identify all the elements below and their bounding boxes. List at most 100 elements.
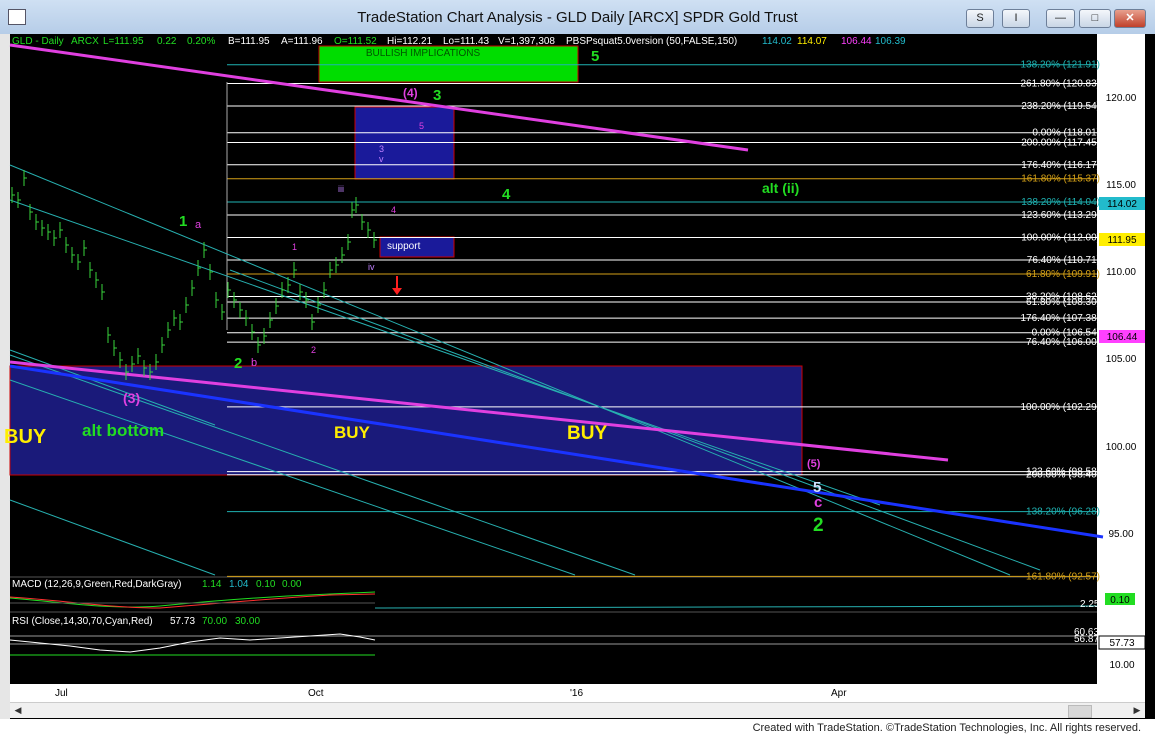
volume-text: V=1,397,308 xyxy=(498,36,555,47)
bid-text: B=111.95 xyxy=(228,36,270,47)
rsi-v2: 70.00 xyxy=(202,616,227,627)
wave-iii-label: iii xyxy=(338,184,344,194)
chart-svg[interactable]: BULLISH IMPLICATIONS support 5 3 (4) 5 3… xyxy=(0,34,1155,719)
fib-label: 138.20% (121.91) xyxy=(1020,60,1100,71)
scroll-left-icon[interactable]: ◀ xyxy=(12,705,24,716)
price-badge-114: 114.02 xyxy=(1099,197,1145,210)
change-text: 0.22 xyxy=(157,36,177,47)
study-v1: 114.02 xyxy=(762,36,792,47)
macd-v2: 1.04 xyxy=(229,579,249,590)
macd-v3: 0.10 xyxy=(256,579,276,590)
svg-text:111.95: 111.95 xyxy=(1107,235,1137,246)
wave-b-label: b xyxy=(251,357,257,369)
price-tick: 110.00 xyxy=(1106,267,1136,278)
macd-right-label: 2.25 xyxy=(1080,599,1100,610)
scroll-thumb[interactable] xyxy=(1068,705,1092,718)
ask-text: A=111.96 xyxy=(281,36,323,47)
fib-label: 200.00% (98.40) xyxy=(1026,470,1100,481)
fib-label: 161.80% (92.57) xyxy=(1026,571,1100,582)
wave2-big-label: 2 xyxy=(813,515,824,536)
maximize-button[interactable]: □ xyxy=(1079,9,1111,28)
wave-c-label: c xyxy=(814,494,822,511)
fib-label: 61.80% (108.30) xyxy=(1026,297,1100,308)
wave1-magenta-label: 1 xyxy=(292,242,297,252)
wave4-green-label: 4 xyxy=(502,186,511,203)
high-text: Hi=112.21 xyxy=(387,36,433,47)
rsi-badge: 57.73 xyxy=(1109,638,1134,649)
scroll-right-icon[interactable]: ▶ xyxy=(1131,705,1143,716)
wave-iv-label: iv xyxy=(368,262,375,272)
i-menu-button[interactable]: I xyxy=(1002,9,1030,28)
left-border xyxy=(0,34,10,719)
fib-label: 61.80% (109.91) xyxy=(1026,269,1100,280)
open-text: O=111.52 xyxy=(334,36,377,47)
price-tick: 95.00 xyxy=(1108,529,1133,540)
wave-a-label: a xyxy=(195,219,202,231)
price-tick: 100.00 xyxy=(1106,442,1137,453)
study-v3: 106.44 xyxy=(841,36,872,47)
rsi-v1: 57.73 xyxy=(170,616,195,627)
fib-label: 176.40% (107.38) xyxy=(1020,313,1100,324)
wave2-green-label: 2 xyxy=(234,355,242,372)
macd-badge: 0.10 xyxy=(1110,595,1130,606)
wave-v-label: v xyxy=(379,154,384,164)
low-text: Lo=111.43 xyxy=(443,36,490,47)
fib-label: 200.00% (117.45) xyxy=(1021,137,1100,148)
wave1-green-label: 1 xyxy=(179,213,187,230)
fib-label: 176.40% (116.17) xyxy=(1021,160,1100,171)
fib-label: 138.20% (114.04) xyxy=(1021,197,1100,208)
s-menu-button[interactable]: S xyxy=(966,9,994,28)
fib-label: 76.40% (106.00) xyxy=(1026,337,1100,348)
symbol-text: GLD - Daily xyxy=(12,36,64,47)
rsi-title: RSI (Close,14,30,70,Cyan,Red) xyxy=(12,616,153,627)
svg-text:114.02: 114.02 xyxy=(1107,199,1137,210)
buy-label-mid: BUY xyxy=(334,423,371,442)
support-label: support xyxy=(387,241,421,252)
wave2-magenta-label: 2 xyxy=(311,345,316,355)
fib-label: 138.20% (96.28) xyxy=(1026,507,1100,518)
wave5-paren-label: (5) xyxy=(807,458,821,470)
study-v4: 106.39 xyxy=(875,36,906,47)
fib-label: 261.80% (120.83) xyxy=(1020,79,1100,90)
title-bar: TradeStation Chart Analysis - GLD Daily … xyxy=(0,0,1155,35)
fib-label: 76.40% (110.71) xyxy=(1027,255,1100,266)
price-tick: 120.00 xyxy=(1106,93,1137,104)
horizontal-scrollbar[interactable]: ◀ ▶ xyxy=(10,702,1145,718)
minimize-button[interactable]: — xyxy=(1046,9,1075,28)
time-label-apr: Apr xyxy=(831,688,847,699)
rsi-v3: 30.00 xyxy=(235,616,260,627)
last-text: L=111.95 xyxy=(103,36,144,47)
macd-title: MACD (12,26,9,Green,Red,DarkGray) xyxy=(12,579,182,590)
price-plot-area[interactable] xyxy=(10,34,1097,577)
wave3-paren-label: (3) xyxy=(123,390,140,406)
rsi-axis-tick: 10.00 xyxy=(1109,660,1134,671)
wave5-magenta-label: 5 xyxy=(419,121,424,131)
close-button[interactable]: ✕ xyxy=(1114,9,1146,28)
wave3-purple-label: 3 xyxy=(379,144,384,154)
wave4-paren-label: (4) xyxy=(403,86,418,100)
wave3-green-label: 3 xyxy=(433,87,441,104)
pct-text: 0.20% xyxy=(187,36,215,47)
credit-text: Created with TradeStation. ©TradeStation… xyxy=(752,722,1141,734)
rsi-right-label: 56.87 xyxy=(1074,634,1099,645)
macd-v4: 0.00 xyxy=(282,579,302,590)
alt-ii-label: alt (ii) xyxy=(762,180,799,196)
buy-label-left: BUY xyxy=(4,426,47,448)
bullish-implications-label: BULLISH IMPLICATIONS xyxy=(366,48,481,59)
fib-label: 100.00% (102.29) xyxy=(1020,402,1100,413)
alt-bottom-label: alt bottom xyxy=(82,421,164,440)
chart-frame: BULLISH IMPLICATIONS support 5 3 (4) 5 3… xyxy=(0,34,1155,719)
macd-panel: MACD (12,26,9,Green,Red,DarkGray) 1.14 1… xyxy=(9,579,1135,610)
buy-label-right: BUY xyxy=(567,423,607,444)
rsi-panel: RSI (Close,14,30,70,Cyan,Red) 57.73 70.0… xyxy=(9,616,1146,671)
study-text: PBSPsquat5.0version (50,FALSE,150) xyxy=(566,36,737,47)
time-label-oct: Oct xyxy=(308,688,324,699)
fib-label: 161.80% (115.37) xyxy=(1021,174,1100,185)
price-tick: 105.00 xyxy=(1106,354,1137,365)
time-label-16: '16 xyxy=(570,688,583,699)
svg-text:106.44: 106.44 xyxy=(1107,332,1138,343)
time-label-jul: Jul xyxy=(55,688,68,699)
wave4-magenta-label: 4 xyxy=(391,205,396,215)
wave5-target-box xyxy=(354,106,455,180)
macd-v1: 1.14 xyxy=(202,579,222,590)
